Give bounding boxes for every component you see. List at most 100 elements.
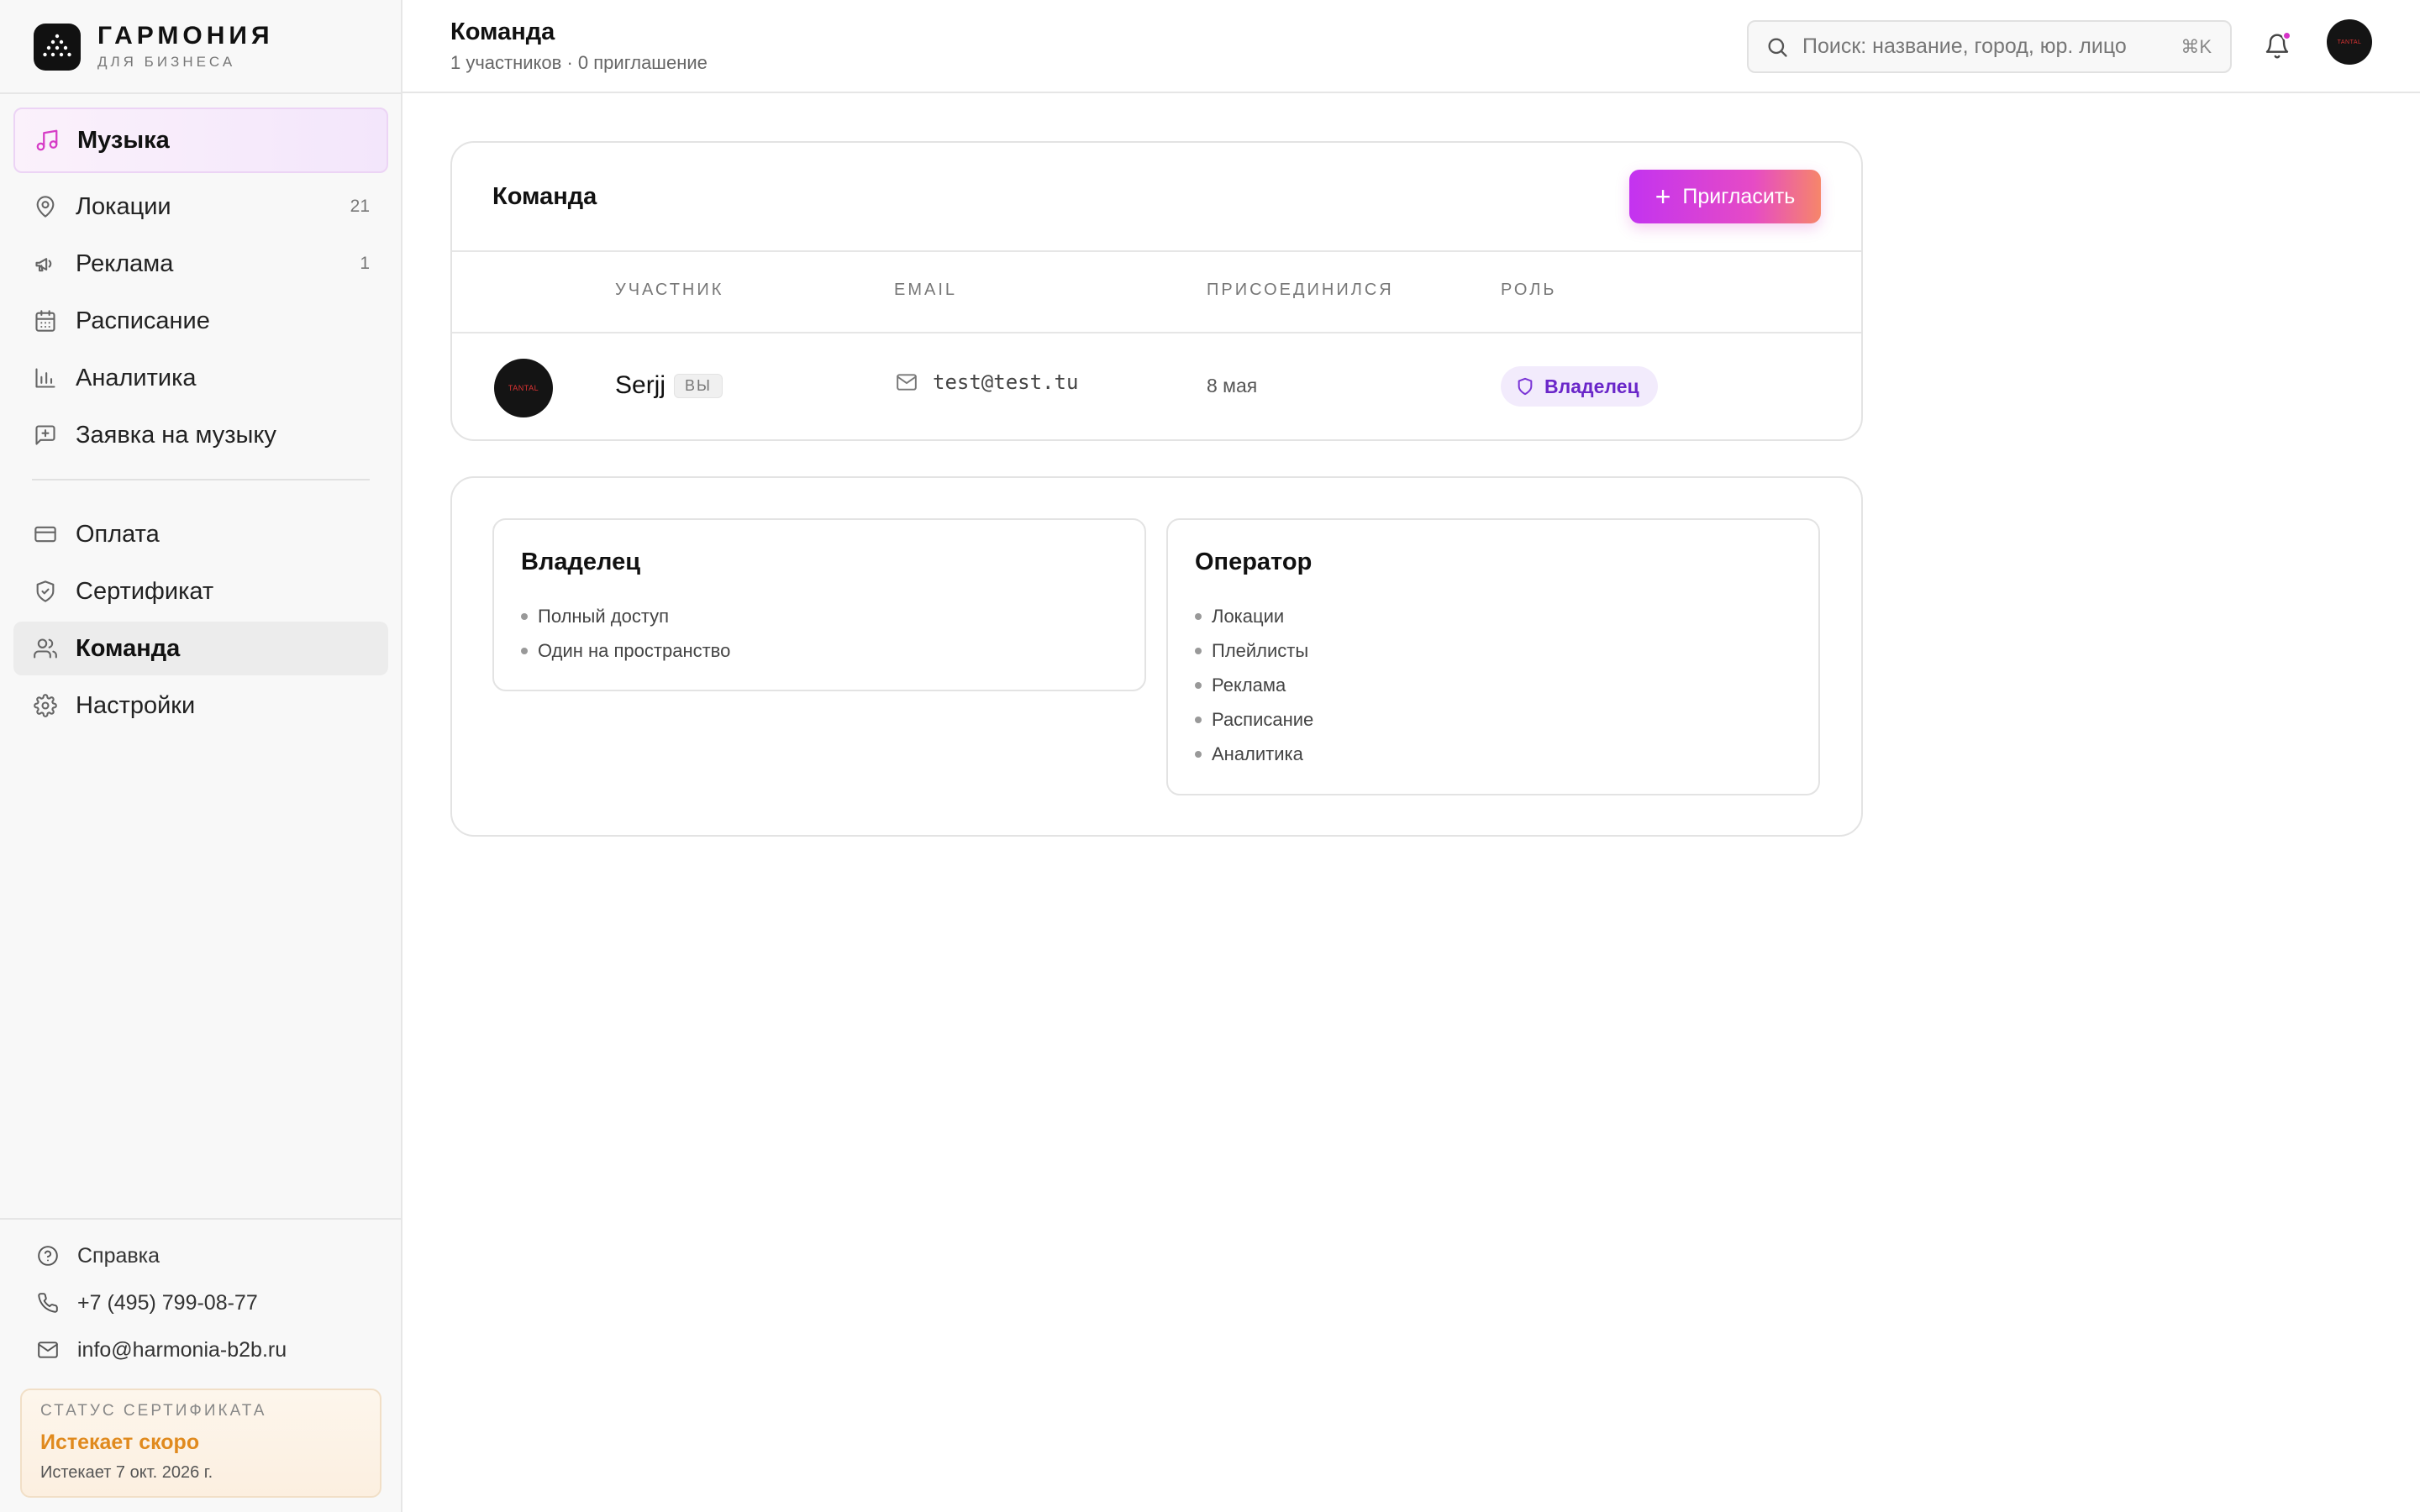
sidebar-item-certificate[interactable]: Сертификат <box>13 564 388 618</box>
divider <box>0 92 401 94</box>
bullet-icon <box>521 647 528 654</box>
column-header-joined: ПРИСОЕДИНИЛСЯ <box>1207 281 1394 299</box>
certificate-status: Истекает скоро <box>40 1431 200 1454</box>
sidebar-item-locations[interactable]: Локации 21 <box>13 180 388 234</box>
search-input[interactable] <box>1802 34 2164 59</box>
search-shortcut: ⌘K <box>2181 35 2212 57</box>
sidebar-item-label: Локации <box>76 192 171 220</box>
shield-check-icon <box>32 578 59 605</box>
phone-link[interactable]: +7 (495) 799-08-77 <box>35 1286 258 1320</box>
help-link[interactable]: Справка <box>35 1239 160 1273</box>
sidebar-item-music[interactable]: Музыка <box>13 108 388 173</box>
list-item: Один на пространство <box>521 633 730 668</box>
permission-label: Плейлисты <box>1212 639 1309 661</box>
shield-icon <box>1514 375 1536 397</box>
message-plus-icon <box>32 422 59 449</box>
sidebar-item-settings[interactable]: Настройки <box>13 679 388 732</box>
you-badge: ВЫ <box>674 374 723 398</box>
sidebar-item-label: Настройки <box>76 691 196 719</box>
list-item: Реклама <box>1195 668 1313 702</box>
music-note-icon <box>34 127 60 154</box>
bullet-icon <box>1195 612 1202 620</box>
sidebar-item-count: 21 <box>350 197 370 216</box>
brand-logo-icon <box>34 24 81 71</box>
sidebar-item-label: Аналитика <box>76 364 197 391</box>
page-subtitle: 1 участников · 0 приглашение <box>450 52 708 73</box>
sidebar-item-label: Реклама <box>76 249 174 277</box>
search-box[interactable]: ⌘K <box>1747 20 2232 73</box>
invite-button[interactable]: + Пригласить <box>1629 170 1821 223</box>
permission-list: Локации Плейлисты Реклама Расписание Ана… <box>1195 599 1313 771</box>
divider <box>452 250 1861 252</box>
gear-icon <box>32 692 59 719</box>
column-header-member: УЧАСТНИК <box>615 281 724 299</box>
email-link[interactable]: info@harmonia-b2b.ru <box>35 1333 287 1367</box>
sidebar-item-label: Оплата <box>76 520 160 548</box>
mail-icon <box>894 370 919 395</box>
card-title: Команда <box>492 183 597 210</box>
list-item: Полный доступ <box>521 599 730 633</box>
permission-list: Полный доступ Один на пространство <box>521 599 730 668</box>
certificate-status-card[interactable]: СТАТУС СЕРТИФИКАТА Истекает скоро Истека… <box>20 1389 381 1498</box>
bullet-icon <box>1195 647 1202 654</box>
phone-icon <box>35 1290 60 1315</box>
column-header-role: РОЛЬ <box>1501 281 1557 299</box>
user-avatar[interactable]: TANTAL <box>2327 19 2372 65</box>
sidebar: ГАРМОНИЯ ДЛЯ БИЗНЕСА Музыка Локации 21 Р… <box>0 0 402 1512</box>
help-circle-icon <box>35 1243 60 1268</box>
sidebar-item-label: Заявка на музыку <box>76 421 276 449</box>
divider <box>32 479 370 480</box>
sidebar-item-count: 1 <box>360 254 370 273</box>
page-title: Команда <box>450 18 555 45</box>
divider <box>452 332 1861 333</box>
invite-button-label: Пригласить <box>1682 184 1796 208</box>
role-badge-label: Владелец <box>1544 375 1639 397</box>
avatar-logo-text: TANTAL <box>508 384 539 392</box>
help-label: Справка <box>77 1243 160 1268</box>
sidebar-item-team[interactable]: Команда <box>13 622 388 675</box>
permission-label: Локации <box>1212 605 1285 627</box>
certificate-expiry: Истекает 7 окт. 2026 г. <box>40 1463 213 1482</box>
sidebar-item-label: Расписание <box>76 307 210 334</box>
list-item: Локации <box>1195 599 1313 633</box>
list-item: Расписание <box>1195 702 1313 737</box>
member-joined-date: 8 мая <box>1207 375 1258 396</box>
brand[interactable]: ГАРМОНИЯ ДЛЯ БИЗНЕСА <box>34 20 274 74</box>
brand-subtitle: ДЛЯ БИЗНЕСА <box>97 54 236 70</box>
roles-card: Владелец Полный доступ Один на пространс… <box>450 476 1863 837</box>
permission-label: Реклама <box>1212 674 1286 696</box>
avatar-logo-text: TANTAL <box>2337 39 2362 45</box>
list-item: Аналитика <box>1195 737 1313 771</box>
plus-icon: + <box>1655 181 1671 212</box>
column-header-email: EMAIL <box>894 281 958 299</box>
permission-label: Полный доступ <box>538 605 670 627</box>
permission-label: Расписание <box>1212 708 1314 730</box>
calendar-icon <box>32 307 59 334</box>
notification-dot <box>2282 31 2291 40</box>
member-email-value: test@test.tu <box>933 370 1079 394</box>
bar-chart-icon <box>32 365 59 391</box>
sidebar-item-analytics[interactable]: Аналитика <box>13 351 388 405</box>
bullet-icon <box>1195 750 1202 758</box>
top-bar: Команда 1 участников · 0 приглашение ⌘K … <box>402 0 2420 93</box>
brand-title: ГАРМОНИЯ <box>97 22 274 50</box>
sidebar-item-schedule[interactable]: Расписание <box>13 294 388 348</box>
role-title: Оператор <box>1195 549 1313 575</box>
sidebar-item-music-request[interactable]: Заявка на музыку <box>13 408 388 462</box>
phone-label: +7 (495) 799-08-77 <box>77 1290 258 1315</box>
bullet-icon <box>521 612 528 620</box>
role-box-owner: Владелец Полный доступ Один на пространс… <box>492 518 1146 691</box>
role-title: Владелец <box>521 549 641 575</box>
email-label: info@harmonia-b2b.ru <box>77 1337 287 1362</box>
permission-label: Один на пространство <box>538 639 731 661</box>
users-icon <box>32 635 59 662</box>
sidebar-item-payment[interactable]: Оплата <box>13 507 388 561</box>
sidebar-item-ads[interactable]: Реклама 1 <box>13 237 388 291</box>
role-badge: Владелец <box>1501 366 1658 407</box>
bullet-icon <box>1195 716 1202 723</box>
list-item: Плейлисты <box>1195 633 1313 668</box>
permission-label: Аналитика <box>1212 743 1303 764</box>
search-icon <box>1765 35 1789 59</box>
certificate-heading: СТАТУС СЕРТИФИКАТА <box>40 1402 267 1420</box>
notifications-button[interactable] <box>2260 29 2295 64</box>
